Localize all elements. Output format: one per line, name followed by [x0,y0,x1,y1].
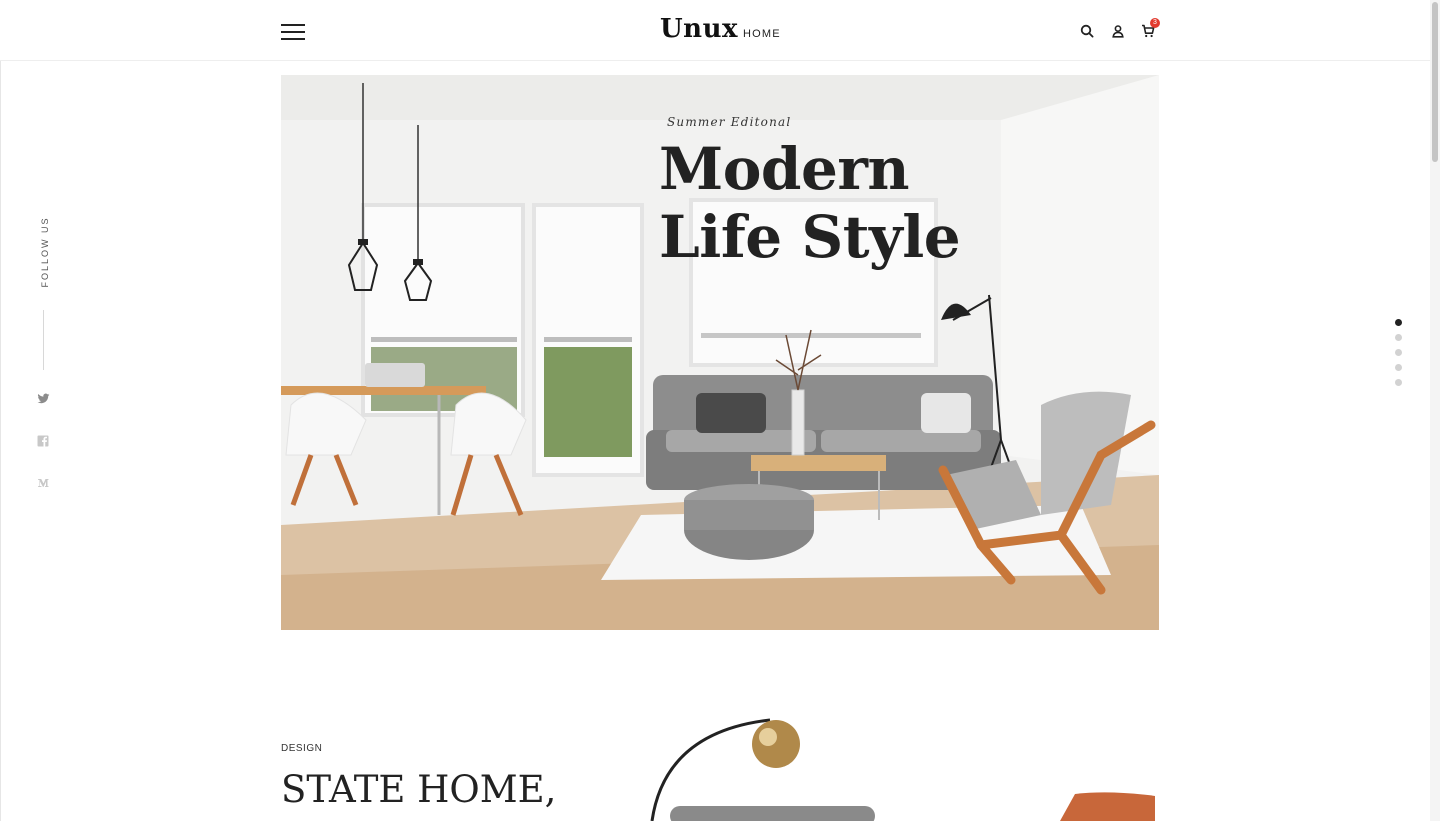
facebook-icon[interactable] [37,434,50,447]
slider-dot-1[interactable] [1395,319,1402,326]
menu-icon-bar [281,24,305,26]
menu-icon-bar [281,31,305,33]
slider-dot-2[interactable] [1395,334,1402,341]
section-title: STATE HOME, [281,768,557,811]
scrollbar[interactable] [1430,0,1440,821]
slider-pagination [1395,319,1402,394]
product-lamp-image [650,718,875,821]
page-frame-left [0,0,1,821]
slider-dot-3[interactable] [1395,349,1402,356]
hero-kicker: Summer Editonal [667,115,792,129]
scrollbar-thumb[interactable] [1432,2,1438,162]
logo-sub-text: HOME [742,28,781,40]
logo-main-text: Unux [660,14,738,44]
product-chair-image [1060,792,1155,821]
hero-title-line-1: Modern [659,135,910,203]
site-header: Unux HOME 3 [0,0,1430,61]
twitter-icon[interactable] [37,392,50,405]
hero-title-line-2: Life Style [659,203,961,271]
search-icon[interactable] [1080,24,1096,40]
site-logo[interactable]: Unux HOME [660,14,781,46]
follow-divider [43,310,44,370]
section-kicker: DESIGN [281,743,323,754]
hero-slide: Summer Editonal Modern Life Style [281,75,1159,630]
slider-dot-5[interactable] [1395,379,1402,386]
slider-dot-4[interactable] [1395,364,1402,371]
cart-icon[interactable]: 3 [1141,18,1160,40]
hero-title: Modern Life Style [659,135,961,271]
medium-icon[interactable] [37,476,50,489]
cart-count-badge: 3 [1150,18,1160,28]
user-icon[interactable] [1111,24,1127,40]
follow-us-label: FOLLOW US [40,216,50,288]
menu-icon-bar [281,38,305,40]
menu-icon[interactable] [281,23,306,40]
